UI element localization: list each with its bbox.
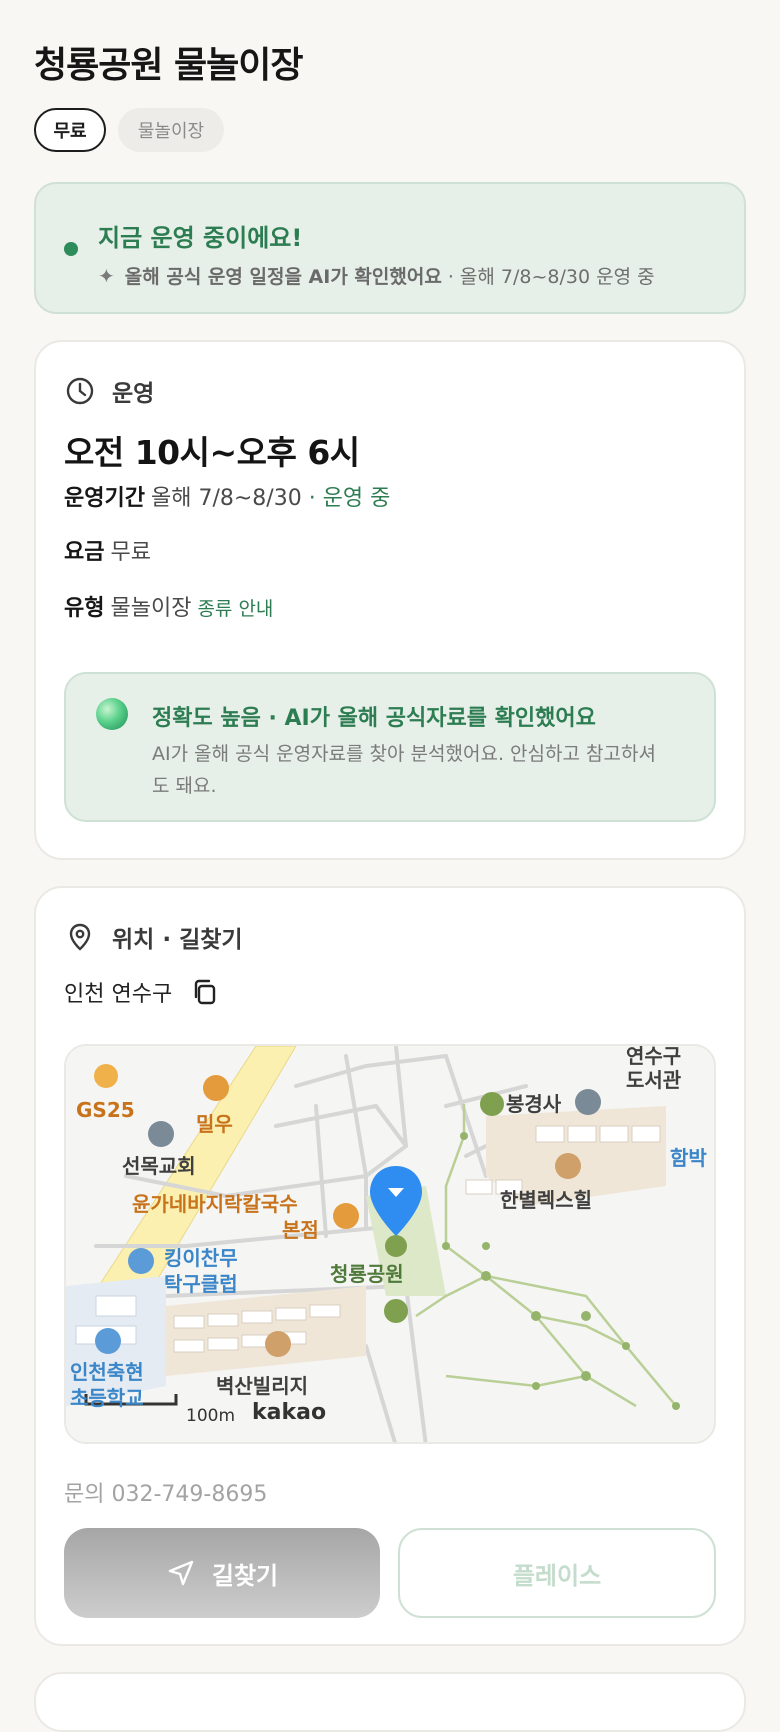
place-button[interactable]: 플레이스	[398, 1528, 716, 1618]
accuracy-box: 정확도 높음 · AI가 올해 공식자료를 확인했어요 AI가 올해 공식 운영…	[64, 672, 716, 822]
map-label-noodle-1: 윤가네바지락칼국수	[132, 1192, 298, 1216]
status-headline: 지금 운영 중이에요!	[98, 224, 303, 252]
accuracy-headline: 정확도 높음 · AI가 올해 공식자료를 확인했어요	[152, 706, 596, 731]
map-scale-label: 100m	[186, 1406, 236, 1426]
map-label-noodle-2: 본점	[282, 1218, 319, 1242]
operation-title: 운영	[112, 381, 155, 407]
accuracy-orb-icon	[96, 698, 128, 730]
operation-header: 운영	[64, 374, 154, 408]
map-label-park: 청룡공원	[330, 1262, 404, 1286]
route-button[interactable]: 길찾기	[64, 1528, 380, 1618]
type-guide-link[interactable]: 종류 안내	[197, 598, 273, 620]
contact-phone[interactable]: 문의 032-749-8695	[64, 1476, 267, 1508]
address-text: 인천 연수구	[64, 982, 173, 1007]
map-view[interactable]: GS25 밀우 선목교회 윤가네바지락칼국수 본점 킹이찬무 탁구클럽 인천축현…	[64, 1044, 716, 1444]
map-label-apartment: 한별렉스힐	[500, 1188, 592, 1212]
navigation-arrow-icon	[168, 1560, 194, 1586]
map-label-church: 선목교회	[122, 1154, 196, 1178]
map-label-villa: 벽산빌리지	[216, 1374, 308, 1398]
address-row: 인천 연수구	[64, 976, 220, 1008]
map-label-edge: 함박	[670, 1146, 707, 1170]
fee-row: 요금 무료	[64, 534, 151, 566]
copy-icon[interactable]	[190, 977, 220, 1007]
status-banner: 지금 운영 중이에요! ✦ 올해 공식 운영 일정을 AI가 확인했어요 · 올…	[34, 182, 746, 314]
type-label: 유형	[64, 596, 105, 621]
map-label-tabletennis-1: 킹이찬무	[164, 1246, 238, 1270]
type-value: 물놀이장	[110, 596, 192, 621]
map-label-school-2: 초등학교	[70, 1386, 144, 1410]
map-label-tabletennis-2: 탁구클럽	[164, 1272, 238, 1296]
sparkle-icon: ✦	[98, 263, 115, 288]
period-row: 운영기간 올해 7/8~8/30 · 운영 중	[64, 480, 390, 512]
route-button-label: 길찾기	[211, 1562, 279, 1590]
map-label-gs25: GS25	[76, 1098, 135, 1122]
period-value: 올해 7/8~8/30	[150, 486, 302, 511]
location-card: 위치 · 길찾기 인천 연수구 GS25 밀우 선목교회 윤가네바지락칼국수 본…	[34, 886, 746, 1646]
operation-card: 운영 오전 10시~오후 6시 운영기간 올해 7/8~8/30 · 운영 중 요…	[34, 340, 746, 860]
status-subline: ✦ 올해 공식 운영 일정을 AI가 확인했어요 · 올해 7/8~8/30 운…	[98, 262, 655, 289]
map-label-library-2: 도서관	[626, 1068, 682, 1092]
type-row: 유형 물놀이장 종류 안내	[64, 590, 273, 622]
place-button-label: 플레이스	[512, 1562, 602, 1590]
map-label-school-1: 인천축현	[70, 1360, 144, 1384]
map-label-milwoo: 밀우	[196, 1112, 233, 1136]
period-label: 운영기간	[64, 486, 145, 511]
tag-type[interactable]: 물놀이장	[118, 108, 224, 152]
map-label-temple: 봉경사	[506, 1092, 562, 1116]
fee-label: 요금	[64, 540, 105, 565]
ai-check-note: 올해 공식 운영 일정을 AI가 확인했어요	[124, 266, 442, 288]
clock-icon	[66, 377, 94, 405]
map-brand-logo: kakao	[252, 1400, 327, 1425]
status-dot-icon	[64, 242, 78, 256]
tag-free[interactable]: 무료	[34, 108, 106, 152]
fee-value: 무료	[110, 540, 151, 565]
page-title: 청룡공원 물놀이장	[34, 45, 303, 86]
accuracy-body: AI가 올해 공식 운영자료를 찾아 분석했어요. 안심하고 참고하셔도 돼요.	[152, 743, 656, 797]
period-note: · 올해 7/8~8/30 운영 중	[447, 266, 655, 288]
location-pin-icon	[69, 923, 91, 951]
next-card-peek	[34, 1672, 746, 1732]
location-header: 위치 · 길찾기	[64, 920, 243, 954]
operating-hours: 오전 10시~오후 6시	[64, 433, 360, 472]
period-status: · 운영 중	[308, 486, 391, 511]
location-title: 위치 · 길찾기	[112, 927, 243, 953]
